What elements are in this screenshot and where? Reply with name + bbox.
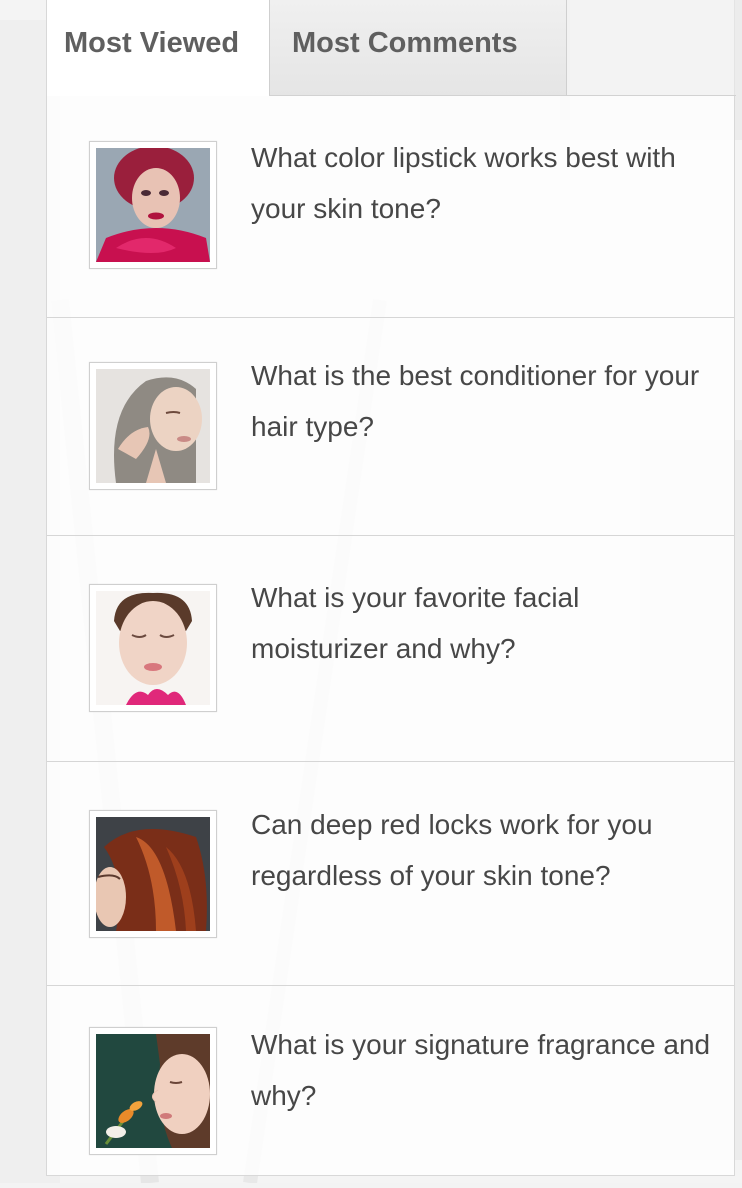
tab-bar-filler	[567, 0, 736, 96]
post-thumbnail[interactable]	[89, 584, 217, 712]
list-item[interactable]: What is your favorite facial moisturizer…	[47, 536, 734, 762]
post-title[interactable]: What is the best conditioner for your ha…	[251, 350, 711, 452]
post-thumbnail[interactable]	[89, 141, 217, 269]
tab-most-viewed-label: Most Viewed	[64, 27, 240, 59]
post-thumbnail[interactable]	[89, 810, 217, 938]
tab-most-viewed[interactable]: Most Viewed	[47, 0, 269, 96]
post-title[interactable]: What color lipstick works best with your…	[251, 132, 711, 234]
woman-face-moisturizer-portrait-icon	[96, 591, 210, 705]
woman-red-locks-portrait-icon	[96, 817, 210, 931]
woman-red-hair-portrait-icon	[96, 148, 210, 262]
tab-most-comments-label: Most Comments	[292, 27, 518, 59]
post-title[interactable]: What is your favorite facial moisturizer…	[251, 572, 711, 674]
post-title[interactable]: Can deep red locks work for you regardle…	[251, 799, 711, 901]
post-title[interactable]: What is your signature fragrance and why…	[251, 1019, 711, 1121]
post-thumbnail[interactable]	[89, 1027, 217, 1155]
woman-touching-hair-portrait-icon	[96, 369, 210, 483]
popular-posts-widget: Most Viewed Most Comments What color lip…	[46, 0, 736, 1176]
list-item[interactable]: Can deep red locks work for you regardle…	[47, 762, 734, 986]
list-item[interactable]: What color lipstick works best with your…	[47, 96, 734, 318]
woman-smelling-flower-portrait-icon	[96, 1034, 210, 1148]
list-item[interactable]: What is your signature fragrance and why…	[47, 986, 734, 1176]
tab-most-comments[interactable]: Most Comments	[269, 0, 567, 96]
list-item[interactable]: What is the best conditioner for your ha…	[47, 318, 734, 536]
tab-bar: Most Viewed Most Comments	[47, 0, 736, 96]
post-thumbnail[interactable]	[89, 362, 217, 490]
post-list: What color lipstick works best with your…	[47, 96, 734, 1176]
